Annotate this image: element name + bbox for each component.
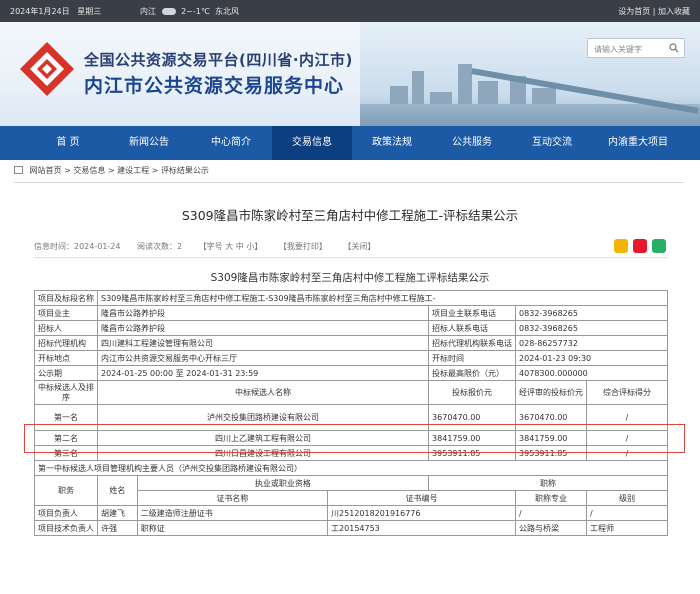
breadcrumb-result[interactable]: 评标结果公示 — [161, 166, 209, 175]
table-row: 招标代理机构 四川建科工程建设管理有限公司 招标代理机构联系电话 028-862… — [34, 335, 668, 351]
divider — [34, 257, 668, 258]
table-row: 招标人 隆昌市公路养护段 招标人联系电话 0832-3968265 — [34, 320, 668, 336]
table-row: 开标地点 内江市公共资源交易服务中心开标三厅 开标时间 2024-01-23 0… — [34, 350, 668, 366]
weibo-share-icon[interactable] — [633, 239, 647, 253]
article-meta: 信息时间：2024-01-24 阅读次数：2 【字号 大 中 小】 【我要打印】… — [34, 241, 389, 252]
nav-item-policy[interactable]: 政策法规 — [352, 126, 432, 160]
cloud-icon — [161, 8, 176, 15]
nav-item-major-projects[interactable]: 内渝重大项目 — [592, 126, 684, 160]
main-nav: 首 页 新闻公告 中心简介 交易信息 政策法规 公共服务 互动交流 内渝重大项目 — [0, 126, 700, 160]
personnel-row: 项目技术负责人 许强 职称证 工20154753 公路与桥梁 工程师 — [34, 520, 668, 536]
view-count: 阅读次数：2 — [137, 242, 183, 251]
personnel-row: 项目负责人 胡建飞 二级建造师注册证书 川2512018201916776 / … — [34, 505, 668, 521]
table-row: 项目业主 隆昌市公路养护段 项目业主联系电话 0832-3968265 — [34, 305, 668, 321]
nav-item-about[interactable]: 中心简介 — [190, 126, 272, 160]
print-button[interactable]: 【我要打印】 — [279, 242, 327, 251]
search-input[interactable]: 请输入关键字 — [587, 38, 685, 58]
site-title-line2: 内江市公共资源交易服务中心 — [84, 75, 345, 97]
result-table: 项目及标段名称 S309隆昌市陈家岭村至三角店村中修工程施工-S309隆昌市陈家… — [34, 290, 668, 536]
wechat-share-icon[interactable] — [652, 239, 666, 253]
table-row: 第一中标候选人项目管理机构主要人员（泸州交投集团路桥建设有限公司） — [34, 460, 668, 476]
first-candidate-highlight-box — [24, 424, 685, 453]
current-date: 2024年1月24日 星期三 — [10, 7, 102, 16]
home-icon — [14, 166, 23, 174]
breadcrumb: 网站首页 > 交易信息 > 建设工程 > 评标结果公示 — [14, 165, 684, 183]
breadcrumb-trading[interactable]: 交易信息 — [73, 166, 105, 175]
table-row: 项目及标段名称 S309隆昌市陈家岭村至三角店村中修工程施工-S309隆昌市陈家… — [34, 290, 668, 306]
qzone-share-icon[interactable] — [614, 239, 628, 253]
site-logo-icon — [20, 42, 74, 96]
table-header-row: 职务 姓名 执业或职业资格 职称 — [34, 475, 668, 506]
nav-item-trading[interactable]: 交易信息 — [272, 126, 352, 160]
font-size-control[interactable]: 【字号 大 中 小】 — [199, 242, 263, 251]
close-button[interactable]: 【关闭】 — [343, 242, 375, 251]
nav-item-interaction[interactable]: 互动交流 — [512, 126, 592, 160]
breadcrumb-construction[interactable]: 建设工程 — [117, 166, 149, 175]
table-title: S309隆昌市陈家岭村至三角店村中修工程施工评标结果公示 — [210, 272, 490, 284]
site-title-line1: 全国公共资源交易平台(四川省·内江市) — [84, 51, 353, 69]
search-icon[interactable] — [669, 43, 679, 53]
weather-widget: 内江 2~-1℃ 东北风 — [140, 7, 239, 16]
top-bar: 2024年1月24日 星期三 内江 2~-1℃ 东北风 设为首页 | 加入收藏 — [0, 0, 700, 22]
top-links: 设为首页 | 加入收藏 — [618, 7, 690, 16]
table-header-row: 中标候选人及排序 中标候选人名称 投标报价元 经评审的投标价元 综合评标得分 — [34, 380, 668, 405]
table-row: 公示期 2024-01-25 00:00 至 2024-01-31 23:59 … — [34, 365, 668, 381]
nav-item-news[interactable]: 新闻公告 — [108, 126, 190, 160]
publish-time: 信息时间：2024-01-24 — [34, 242, 121, 251]
nav-item-home[interactable]: 首 页 — [28, 126, 108, 160]
add-favorite-link[interactable]: 加入收藏 — [658, 7, 690, 16]
page-title: S309隆昌市陈家岭村至三角店村中修工程施工-评标结果公示 — [181, 208, 519, 223]
breadcrumb-home[interactable]: 网站首页 — [30, 166, 62, 175]
set-homepage-link[interactable]: 设为首页 — [618, 7, 650, 16]
header-banner: 全国公共资源交易平台(四川省·内江市) 内江市公共资源交易服务中心 请输入关键字 — [0, 22, 700, 126]
nav-item-services[interactable]: 公共服务 — [432, 126, 512, 160]
